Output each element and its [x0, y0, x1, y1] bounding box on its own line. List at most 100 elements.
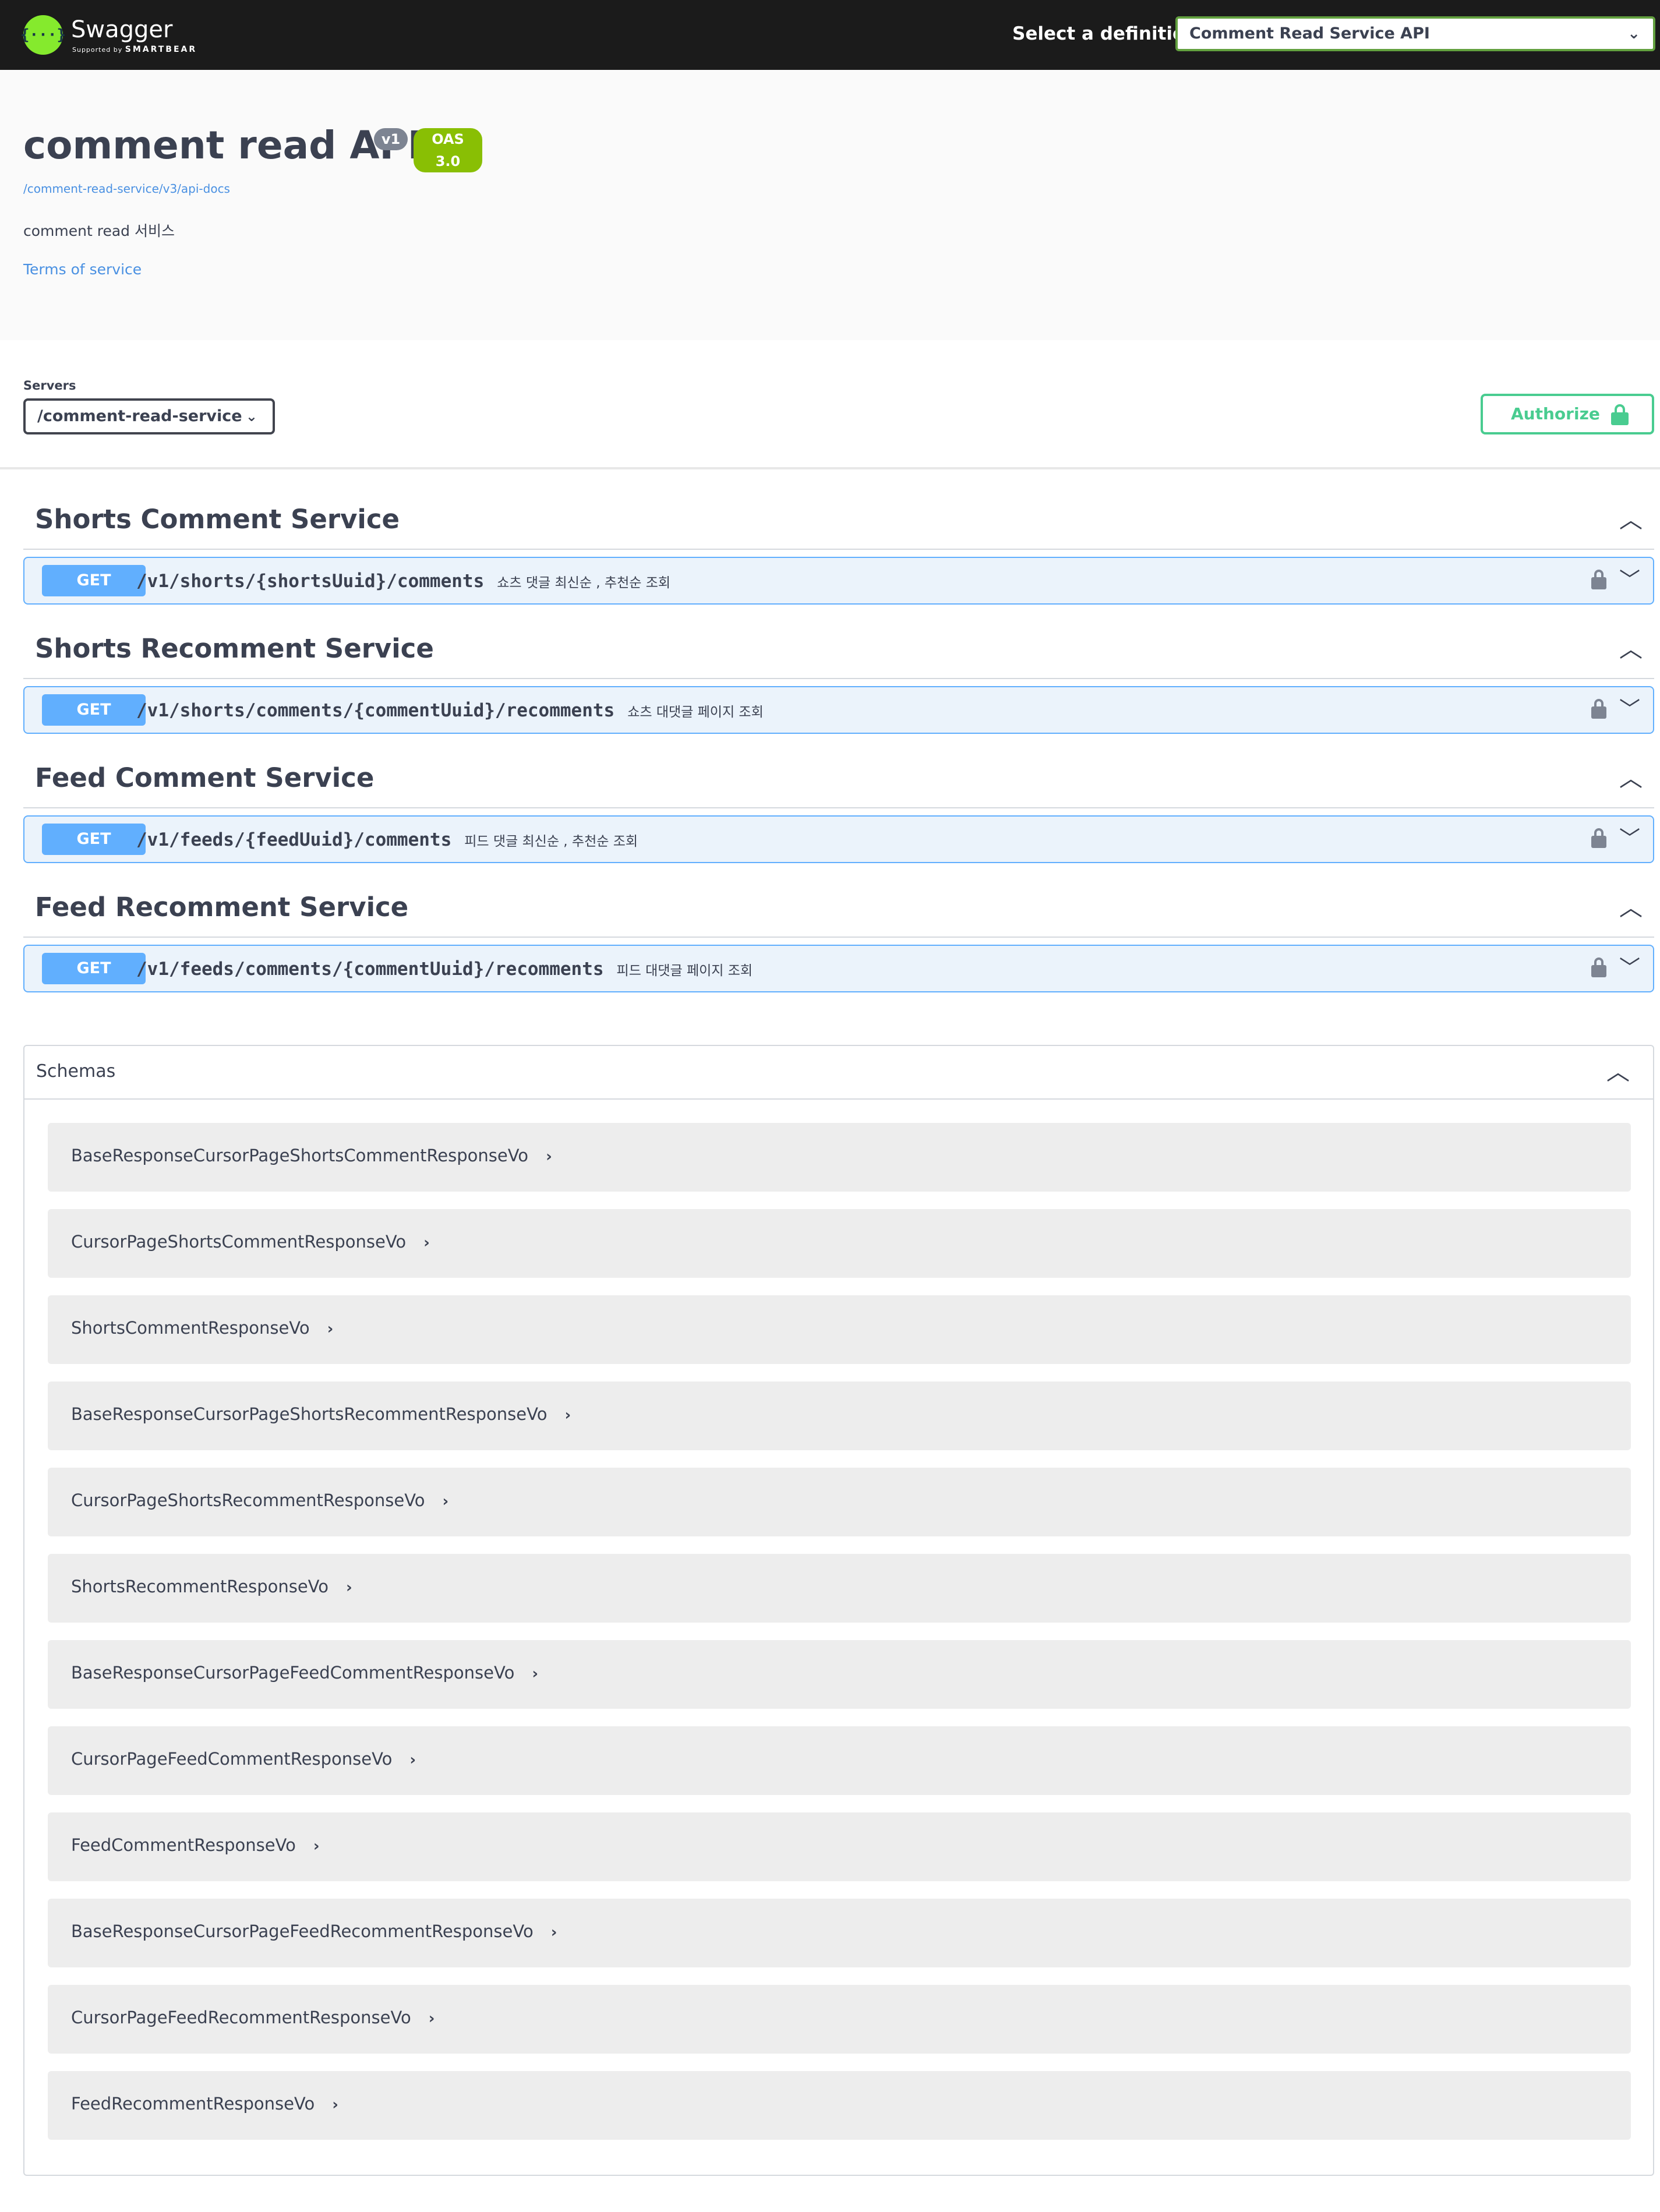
chevron-right-icon: › [313, 1838, 320, 1855]
chevron-right-icon: › [564, 1407, 571, 1424]
operation-get-shorts-comments[interactable]: GET /v1/shorts/{shortsUuid}/comments 쇼츠 댓… [23, 557, 1654, 605]
method-badge: GET [42, 953, 146, 984]
lock-icon[interactable] [1591, 828, 1606, 848]
operation-path-text: /v1/shorts/{shortsUuid}/comments [136, 571, 485, 592]
chevron-up-icon[interactable]: ︿ [1619, 893, 1643, 923]
terms-of-service-link[interactable]: Terms of service [23, 260, 142, 280]
tag-header-shorts-comment[interactable]: Shorts Comment Service ︿ [23, 486, 1654, 550]
operation-path-text: /v1/shorts/comments/{commentUuid}/recomm… [136, 700, 615, 721]
oas-badge: OAS 3.0 [414, 128, 482, 172]
schema-model-name: BaseResponseCursorPageShortsCommentRespo… [71, 1144, 552, 1168]
schema-name: BaseResponseCursorPageShortsCommentRespo… [71, 1146, 529, 1165]
schema-model[interactable]: ShortsCommentResponseVo › [48, 1295, 1631, 1364]
chevron-down-icon[interactable]: ﹀ [1619, 567, 1640, 594]
logo-sub-prefix: Supported by [72, 46, 123, 54]
servers-label: Servers [23, 379, 76, 393]
servers-select[interactable]: /comment-read-service ⌄ [23, 398, 275, 434]
lock-icon[interactable] [1591, 957, 1606, 977]
chevron-up-icon[interactable]: ︿ [1619, 506, 1643, 535]
schema-name: ShortsRecommentResponseVo [71, 1577, 329, 1596]
chevron-right-icon: › [346, 1579, 352, 1596]
schema-name: CursorPageShortsRecommentResponseVo [71, 1490, 425, 1510]
schema-name: CursorPageFeedRecommentResponseVo [71, 2008, 411, 2027]
chevron-right-icon: › [423, 1234, 430, 1252]
topbar: {···} Swagger Supported by SMARTBEAR Sel… [0, 0, 1660, 70]
operation-get-shorts-recomments[interactable]: GET /v1/shorts/comments/{commentUuid}/re… [23, 686, 1654, 734]
schema-model-name: CursorPageFeedCommentResponseVo › [71, 1747, 416, 1772]
method-badge: GET [42, 824, 146, 855]
operation-path-text: /v1/feeds/comments/{commentUuid}/recomme… [136, 959, 604, 980]
schema-model-name: FeedCommentResponseVo › [71, 1833, 320, 1858]
operation-path: /v1/feeds/{feedUuid}/comments 피드 댓글 최신순 ,… [136, 826, 638, 856]
lock-icon [1611, 404, 1629, 425]
tag-title: Feed Comment Service [35, 762, 375, 793]
schema-model[interactable]: CursorPageShortsCommentResponseVo › [48, 1209, 1631, 1278]
schema-name: BaseResponseCursorPageShortsRecommentRes… [71, 1404, 548, 1424]
authorize-button[interactable]: Authorize [1481, 394, 1654, 434]
schemas-title: Schemas [36, 1061, 116, 1082]
chevron-right-icon: › [550, 1924, 557, 1941]
schemas-header[interactable]: Schemas ︿ [24, 1046, 1653, 1100]
method-badge: GET [42, 694, 146, 726]
operation-path: /v1/shorts/{shortsUuid}/comments 쇼츠 댓글 최신… [136, 567, 670, 597]
schema-model[interactable]: FeedCommentResponseVo › [48, 1812, 1631, 1881]
operation-get-feed-recomments[interactable]: GET /v1/feeds/comments/{commentUuid}/rec… [23, 945, 1654, 992]
chevron-right-icon: › [409, 1751, 416, 1769]
lock-icon[interactable] [1591, 699, 1606, 719]
schema-model[interactable]: BaseResponseCursorPageFeedCommentRespons… [48, 1640, 1631, 1709]
schema-model[interactable]: BaseResponseCursorPageShortsRecommentRes… [48, 1381, 1631, 1450]
schema-model[interactable]: CursorPageFeedCommentResponseVo › [48, 1726, 1631, 1795]
chevron-right-icon: › [532, 1665, 539, 1683]
operation-summary: 피드 대댓글 페이지 조회 [616, 963, 753, 978]
schema-model-name: BaseResponseCursorPageFeedRecommentRespo… [71, 1920, 557, 1944]
chevron-up-icon[interactable]: ︿ [1619, 635, 1643, 664]
operation-path: /v1/feeds/comments/{commentUuid}/recomme… [136, 955, 753, 985]
chevron-up-icon[interactable]: ︿ [1619, 764, 1643, 793]
schema-model[interactable]: BaseResponseCursorPageFeedRecommentRespo… [48, 1899, 1631, 1967]
chevron-down-icon[interactable]: ﹀ [1619, 697, 1640, 723]
swagger-logo[interactable]: {···} Swagger Supported by SMARTBEAR [20, 12, 199, 58]
version-badge: v1 [374, 128, 408, 150]
servers-select-value: /comment-read-service [37, 407, 242, 425]
operation-summary: 쇼츠 대댓글 페이지 조회 [627, 705, 764, 720]
chevron-down-icon: ⌄ [245, 408, 257, 425]
chevron-right-icon: › [428, 2010, 435, 2027]
schema-model[interactable]: FeedRecommentResponseVo › [48, 2071, 1631, 2140]
chevron-down-icon[interactable]: ﹀ [1619, 955, 1640, 982]
schema-model-name: CursorPageShortsRecommentResponseVo › [71, 1489, 448, 1513]
tag-header-shorts-recomment[interactable]: Shorts Recomment Service ︿ [23, 615, 1654, 679]
tag-title: Shorts Recomment Service [35, 633, 434, 664]
schema-model-name: BaseResponseCursorPageFeedCommentRespons… [71, 1661, 538, 1685]
schemas-section: Schemas ︿ BaseResponseCursorPageShortsCo… [23, 1045, 1654, 2176]
tag-title: Shorts Comment Service [35, 504, 400, 535]
schema-model-name: FeedRecommentResponseVo › [71, 2092, 338, 2116]
method-badge: GET [42, 565, 146, 596]
chevron-right-icon: › [546, 1148, 552, 1165]
schema-model-name: ShortsCommentResponseVo › [71, 1316, 333, 1341]
servers-section: Servers /comment-read-service ⌄ Authoriz… [0, 340, 1660, 469]
schema-name: CursorPageShortsCommentResponseVo [71, 1232, 407, 1252]
operation-get-feed-comments[interactable]: GET /v1/feeds/{feedUuid}/comments 피드 댓글 최… [23, 815, 1654, 863]
schema-model[interactable]: CursorPageShortsRecommentResponseVo › [48, 1468, 1631, 1536]
swagger-logo-icon: {···} [20, 15, 66, 55]
schema-name: BaseResponseCursorPageFeedCommentRespons… [71, 1663, 515, 1683]
lock-icon[interactable] [1591, 570, 1606, 589]
schema-model[interactable]: BaseResponseCursorPageShortsCommentRespo… [48, 1123, 1631, 1192]
chevron-up-icon[interactable]: ︿ [1606, 1058, 1630, 1087]
schema-model-name: ShortsRecommentResponseVo › [71, 1575, 352, 1599]
schema-model[interactable]: CursorPageFeedRecommentResponseVo › [48, 1985, 1631, 2054]
tag-title: Feed Recomment Service [35, 892, 409, 923]
definition-select-value: Comment Read Service API [1189, 24, 1430, 43]
schema-model[interactable]: ShortsRecommentResponseVo › [48, 1554, 1631, 1623]
schema-model-name: CursorPageShortsCommentResponseVo › [71, 1230, 430, 1255]
schema-model-name: BaseResponseCursorPageShortsRecommentRes… [71, 1402, 571, 1427]
operation-summary: 피드 댓글 최신순 , 추천순 조회 [464, 834, 638, 849]
chevron-down-icon[interactable]: ﹀ [1619, 826, 1640, 853]
definition-select[interactable]: Comment Read Service API ⌄ [1175, 16, 1655, 51]
api-docs-link[interactable]: /comment-read-service/v3/api-docs [23, 181, 230, 197]
tag-header-feed-comment[interactable]: Feed Comment Service ︿ [23, 744, 1654, 808]
operation-path: /v1/shorts/comments/{commentUuid}/recomm… [136, 697, 764, 726]
schema-name: ShortsCommentResponseVo [71, 1318, 310, 1338]
tag-header-feed-recomment[interactable]: Feed Recomment Service ︿ [23, 874, 1654, 938]
info-section: comment read API v1 OAS 3.0 /comment-rea… [0, 70, 1660, 340]
